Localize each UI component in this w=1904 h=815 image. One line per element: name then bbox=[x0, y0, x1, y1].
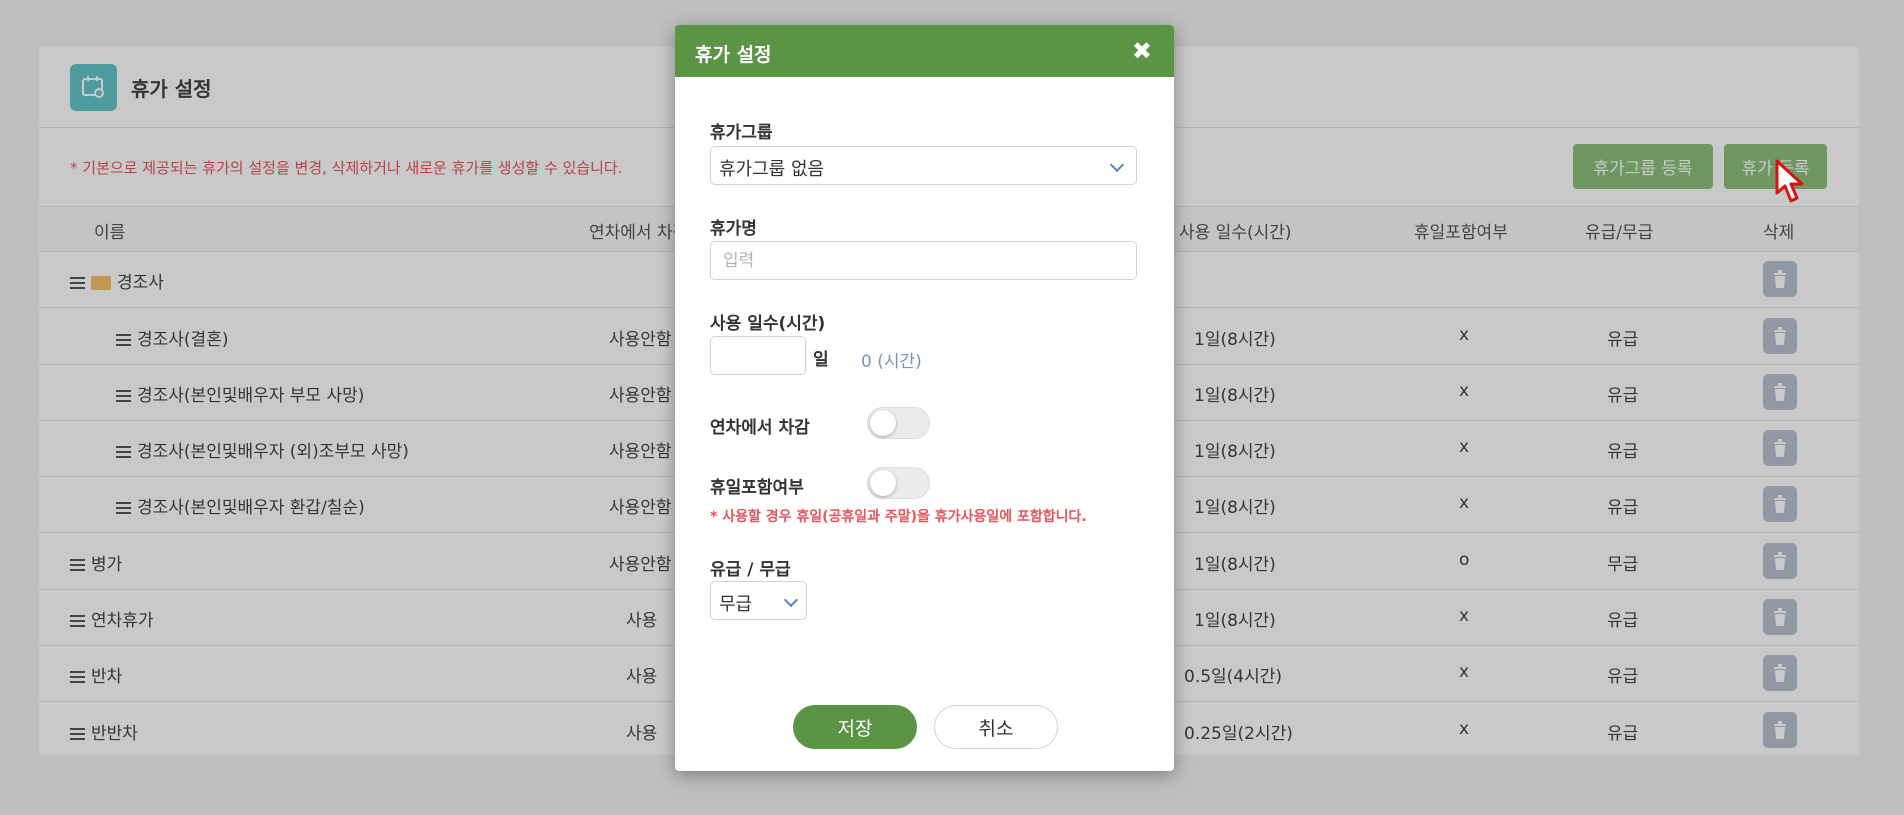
modal-header: 휴가 설정 ✖ bbox=[675, 25, 1174, 77]
chevron-down-icon bbox=[783, 592, 799, 608]
deduct-label: 연차에서 차감 bbox=[710, 418, 810, 438]
name-label: 휴가명 bbox=[710, 219, 757, 239]
deduct-toggle[interactable] bbox=[867, 407, 930, 439]
holiday-warning: * 사용할 경우 휴일(공휴일과 주말)을 휴가사용일에 포함합니다. bbox=[710, 509, 1087, 525]
group-select[interactable]: 휴가그룹 없음 bbox=[710, 146, 1137, 185]
group-label: 휴가그룹 bbox=[710, 123, 773, 143]
save-button[interactable]: 저장 bbox=[793, 705, 917, 749]
hours-display: 0 (시간) bbox=[861, 352, 922, 372]
holiday-toggle[interactable] bbox=[867, 467, 930, 499]
days-unit: 일 bbox=[813, 350, 829, 370]
holiday-label: 휴일포함여부 bbox=[710, 478, 804, 498]
cancel-button[interactable]: 취소 bbox=[934, 705, 1058, 749]
paid-select-value: 무급 bbox=[719, 594, 753, 615]
group-select-value: 휴가그룹 없음 bbox=[719, 159, 825, 180]
vacation-settings-modal: 휴가 설정 ✖ 휴가그룹 휴가그룹 없음 휴가명 사용 일수(시간) 일 0 (… bbox=[675, 25, 1174, 771]
modal-title: 휴가 설정 bbox=[695, 44, 772, 66]
days-label: 사용 일수(시간) bbox=[710, 314, 826, 334]
paid-select[interactable]: 무급 bbox=[710, 581, 807, 620]
vacation-name-input[interactable] bbox=[710, 241, 1137, 280]
chevron-down-icon bbox=[1109, 157, 1125, 173]
mouse-cursor-icon bbox=[1775, 159, 1804, 203]
days-input[interactable] bbox=[710, 336, 806, 375]
paid-label: 유급 / 무급 bbox=[710, 560, 791, 580]
close-icon[interactable]: ✖ bbox=[1132, 37, 1152, 65]
